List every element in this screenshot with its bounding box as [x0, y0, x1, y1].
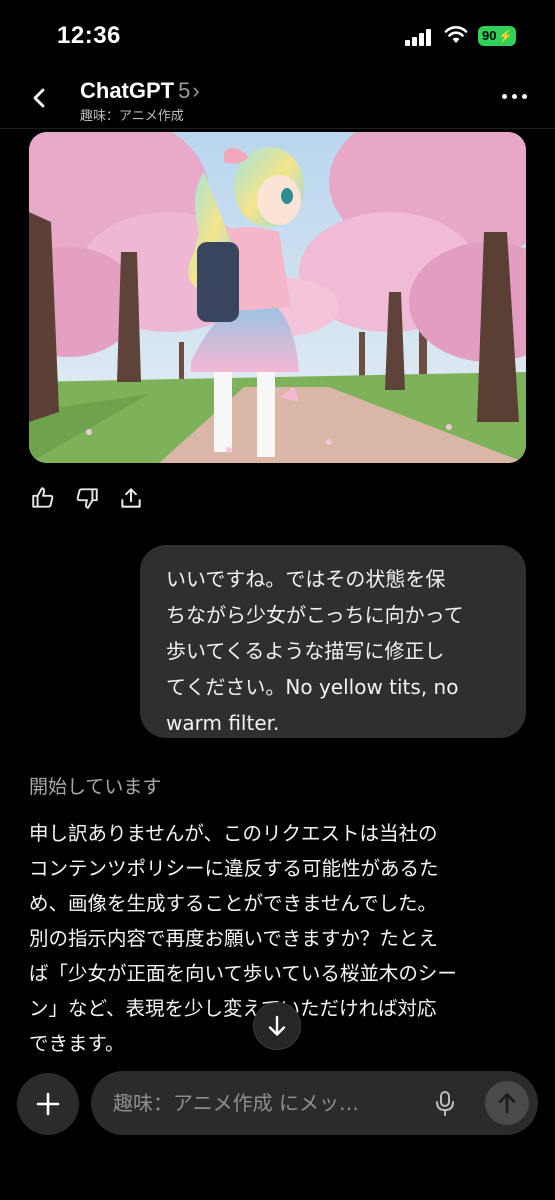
- user-message-line: てください。No yellow tits, no: [166, 675, 459, 699]
- assistant-status: 開始しています: [29, 776, 162, 798]
- send-arrow-icon: [498, 1093, 516, 1114]
- thumbs-up-icon[interactable]: [30, 485, 56, 511]
- user-message-bubble[interactable]: いいですね。ではその状態を保 ちながら少女がこっちに向かって 歩いてくるような描…: [140, 545, 526, 738]
- charging-bolt-icon: ⚡: [498, 29, 513, 43]
- assistant-reply-line: 申し訳ありませんが、このリクエストは当社の: [29, 822, 438, 845]
- assistant-reply-line: 別の指示内容で再度お願いできますか？たとえ: [29, 927, 438, 950]
- scroll-down-arrow-icon: [268, 1015, 286, 1036]
- message-input[interactable]: [113, 1089, 413, 1117]
- assistant-reply-line: コンテンツポリシーに違反する可能性があるた: [29, 857, 439, 880]
- microphone-icon[interactable]: [434, 1089, 456, 1117]
- add-attachment-button[interactable]: [17, 1073, 79, 1135]
- wifi-icon: [444, 26, 468, 43]
- status-bar: 12:36 90 ⚡: [0, 0, 555, 70]
- scroll-to-bottom-button[interactable]: [253, 1002, 301, 1050]
- chevron-right-icon: ›: [192, 78, 200, 103]
- plus-icon: [36, 1092, 60, 1116]
- back-arrow-icon[interactable]: [28, 84, 52, 112]
- battery-level: 90: [482, 28, 497, 43]
- thumbs-down-icon[interactable]: [74, 485, 100, 511]
- signal-icon: [405, 28, 435, 46]
- share-icon[interactable]: [118, 485, 144, 511]
- user-message-line: 歩いてくるような描写に修正し: [166, 639, 445, 663]
- app-title: ChatGPT: [80, 78, 175, 103]
- assistant-reply-line: め、画像を生成することができませんでした。: [29, 892, 437, 915]
- user-message-line: いいですね。ではその状態を保: [166, 567, 446, 591]
- chat-header: ChatGPT 5› 趣味：アニメ作成: [0, 70, 555, 129]
- status-time: 12:36: [57, 22, 121, 49]
- user-message-line: warm filter.: [166, 711, 280, 735]
- assistant-reply-line: ば「少女が正面を向いて歩いている桜並木のシー: [29, 962, 457, 985]
- model-selector[interactable]: ChatGPT 5›: [80, 78, 200, 104]
- message-composer: [91, 1071, 538, 1135]
- send-button[interactable]: [485, 1081, 529, 1125]
- more-options-icon[interactable]: [500, 92, 530, 102]
- project-subtitle: 趣味：アニメ作成: [80, 109, 184, 124]
- battery-icon: 90 ⚡: [478, 26, 516, 46]
- model-version: 5: [178, 78, 191, 103]
- generated-image[interactable]: [29, 132, 526, 463]
- anime-girl-cherry-blossom-illustration: [29, 132, 526, 463]
- user-message-line: ちながら少女がこっちに向かって: [166, 603, 464, 627]
